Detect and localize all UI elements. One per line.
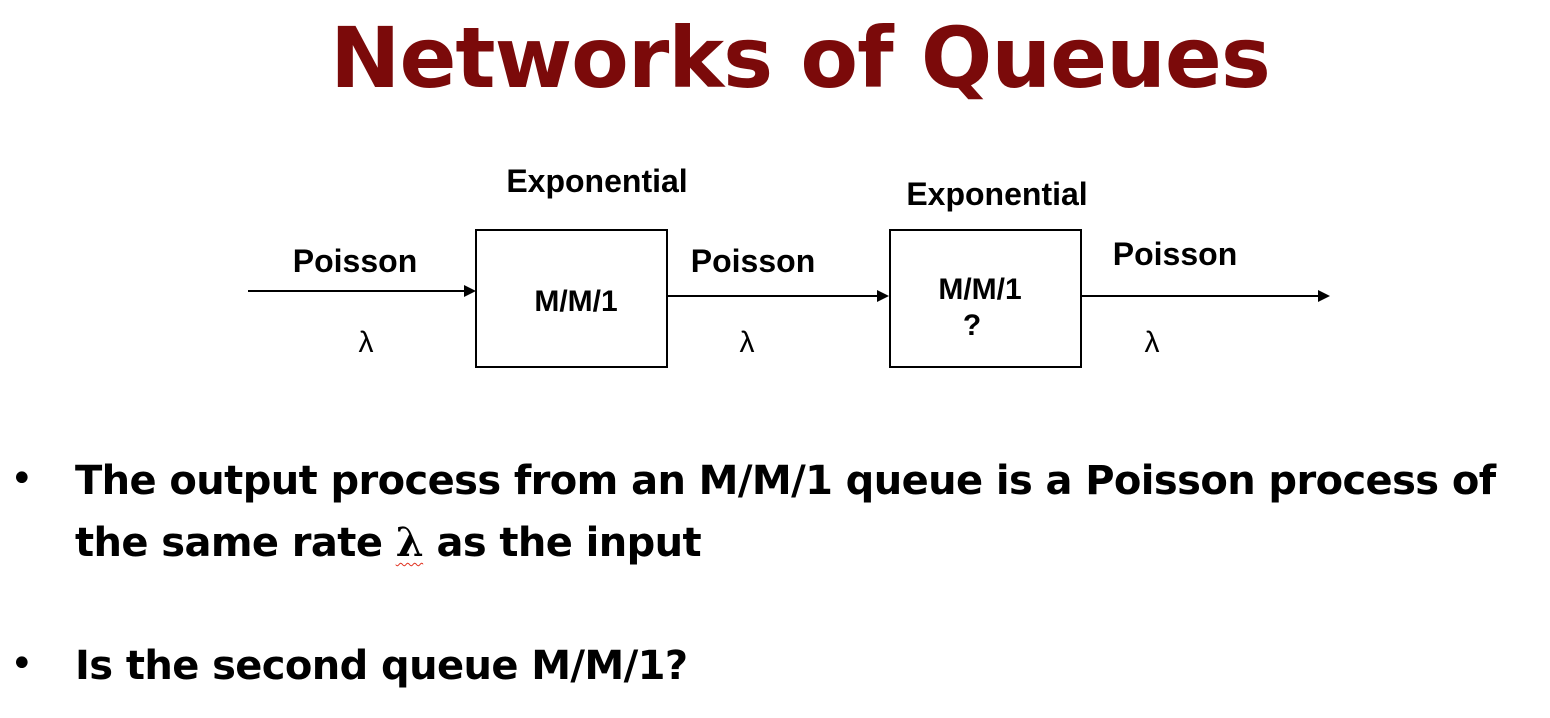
queue2-service-label: Exponential (906, 176, 1087, 212)
queue2-name: M/M/1 (938, 273, 1021, 306)
bullet-marker: • (10, 641, 34, 687)
queue-network-diagram: Poisson λ Exponential M/M/1 Poisson λ Ex… (248, 163, 1330, 368)
queue1-service-label: Exponential (506, 163, 687, 199)
input-label: Poisson (293, 243, 417, 279)
bullet-text-2: Is the second queue M/M/1? (75, 643, 688, 689)
output-label: Poisson (1113, 236, 1237, 272)
input-rate: λ (359, 326, 374, 359)
queue1-name: M/M/1 (534, 285, 617, 318)
bullet-lambda: λ (395, 519, 424, 566)
bullet-text-1-part1: The output process from an M/M/1 queue i… (75, 458, 1496, 566)
bullet-marker: • (10, 456, 34, 502)
bullet-text-1-part2: as the input (423, 520, 702, 566)
middle-rate: λ (740, 326, 755, 359)
queue2-question: ? (963, 309, 981, 342)
bullet-text-1: The output process from an M/M/1 queue i… (75, 450, 1545, 574)
middle-label: Poisson (691, 243, 815, 279)
output-rate: λ (1145, 326, 1160, 359)
